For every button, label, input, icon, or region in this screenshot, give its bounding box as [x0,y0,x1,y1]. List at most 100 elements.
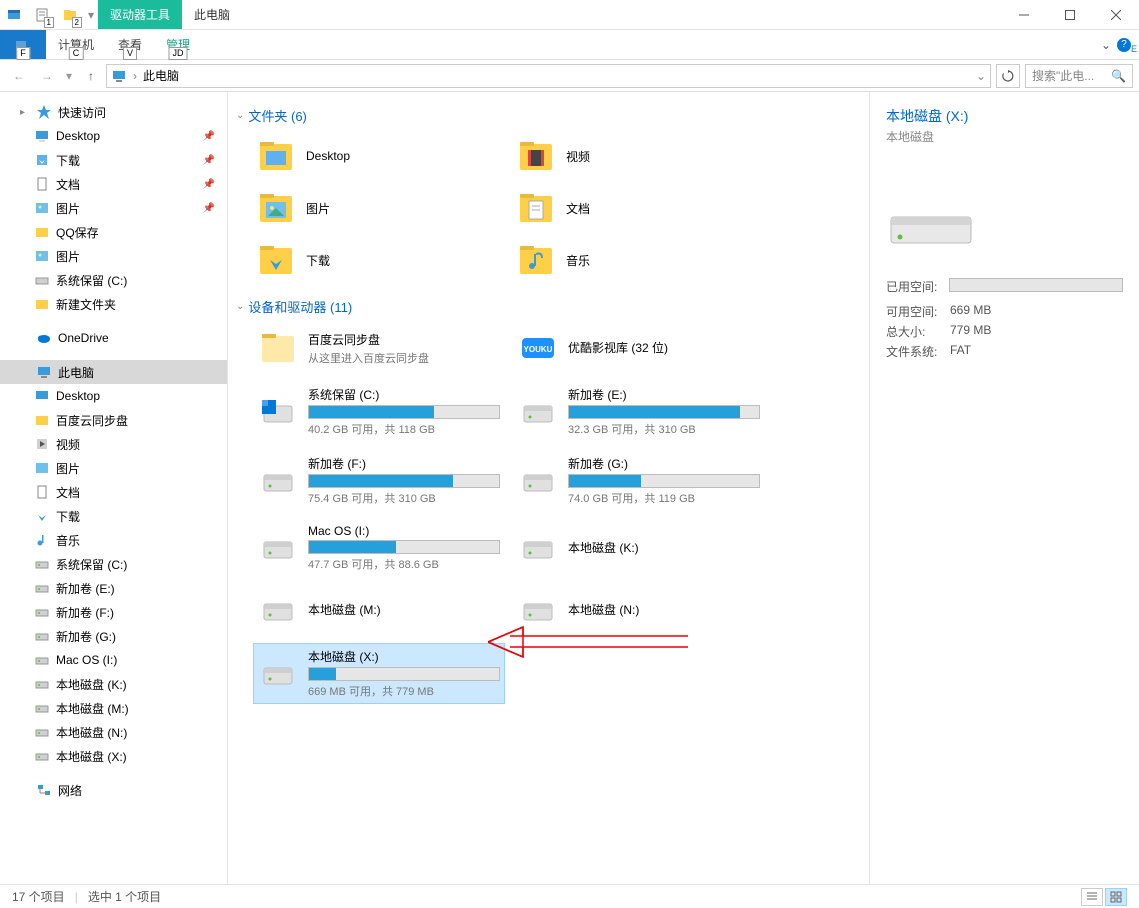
sidebar-quick-item[interactable]: 新建文件夹 [0,292,227,316]
sidebar-pc-item[interactable]: 文档 [0,480,227,504]
nav-recent-dropdown[interactable]: ▾ [62,63,76,89]
ribbon-file-tab[interactable]: F [0,30,46,59]
item-icon [34,152,50,168]
drives-section-header[interactable]: ⌄ 设备和驱动器 (11) [236,297,861,316]
folder-item[interactable]: Desktop [254,133,504,179]
sidebar-pc-item[interactable]: 新加卷 (E:) [0,576,227,600]
drive-large-icon [886,199,976,249]
ribbon-tab-computer[interactable]: 计算机 C [46,30,106,59]
drive-icon [518,392,558,432]
close-button[interactable] [1093,0,1139,30]
contextual-tab-drive-tools[interactable]: 驱动器工具 [98,0,182,29]
drive-item[interactable]: 新加卷 (F:)75.4 GB 可用，共 310 GB [254,451,504,510]
sidebar-pc-item[interactable]: Mac OS (I:) [0,648,227,672]
sidebar-network[interactable]: 网络 [0,778,227,802]
item-icon [34,436,50,452]
item-icon [34,556,50,572]
drive-usage-bar [568,405,760,419]
folder-item[interactable]: 音乐 [514,237,764,283]
sidebar-pc-item[interactable]: 百度云同步盘 [0,408,227,432]
ribbon-tab-manage[interactable]: 管理 JD [154,30,202,59]
sidebar-pc-item[interactable]: 本地磁盘 (K:) [0,672,227,696]
sidebar-pc-item[interactable]: 下载 [0,504,227,528]
key-tip-c: C [69,47,84,60]
item-icon [34,484,50,500]
item-icon [34,176,50,192]
status-item-count: 17 个项目 [12,888,65,905]
special-item[interactable]: 百度云同步盘从这里进入百度云同步盘 [254,324,504,372]
help-icon[interactable]: ? [1117,38,1131,52]
maximize-button[interactable] [1047,0,1093,30]
sidebar-onedrive[interactable]: OneDrive [0,326,227,350]
special-icon: YOUKU [518,328,558,368]
nav-up-button[interactable]: ↑ [78,63,104,89]
sidebar-pc-item[interactable]: 本地磁盘 (X:) [0,744,227,768]
item-icon [34,272,50,288]
sidebar-pc-item[interactable]: 系统保留 (C:) [0,552,227,576]
minimize-button[interactable] [1001,0,1047,30]
drive-item[interactable]: 本地磁盘 (X:)669 MB 可用，共 779 MB [254,644,504,703]
sidebar-this-pc[interactable]: 此电脑 [0,360,227,384]
sidebar-pc-item[interactable]: 新加卷 (F:) [0,600,227,624]
special-item[interactable]: YOUKU优酷影视库 (32 位) [514,324,764,372]
qat-properties-icon[interactable]: 1 [28,0,56,30]
nav-back-button[interactable]: ← [6,63,32,89]
sidebar-pc-item[interactable]: 视频 [0,432,227,456]
sidebar-pc-item[interactable]: Desktop [0,384,227,408]
nav-forward-button[interactable]: → [34,63,60,89]
drive-usage-bar [308,540,500,554]
pin-icon: 📌 [203,203,215,214]
ribbon-expand-icon[interactable]: ⌄ [1101,38,1111,52]
sidebar-pc-item[interactable]: 本地磁盘 (M:) [0,696,227,720]
qat-new-folder-icon[interactable]: 2 [56,0,84,30]
sidebar-pc-item[interactable]: 本地磁盘 (N:) [0,720,227,744]
address-location: 此电脑 [143,67,179,84]
folder-item[interactable]: 图片 [254,185,504,231]
qat-dropdown-icon[interactable]: ▾ [84,0,98,30]
address-input[interactable]: › 此电脑 ⌄ [106,64,991,88]
sidebar-quick-item[interactable]: Desktop📌 [0,124,227,148]
window-title: 此电脑 [182,0,242,29]
statusbar: 17 个项目 | 选中 1 个项目 [0,884,1139,908]
sidebar-quick-access[interactable]: ▸ 快速访问 [0,100,227,124]
item-icon [34,628,50,644]
this-pc-icon [111,68,127,84]
folder-item[interactable]: 文档 [514,185,764,231]
sidebar-quick-item[interactable]: 文档📌 [0,172,227,196]
drive-item[interactable]: 本地磁盘 (K:) [514,520,764,576]
view-tiles-button[interactable] [1105,888,1127,906]
drive-icon [518,461,558,501]
pin-icon: 📌 [203,155,215,166]
folders-section-header[interactable]: ⌄ 文件夹 (6) [236,106,861,125]
refresh-button[interactable] [996,64,1020,88]
drive-item[interactable]: 本地磁盘 (M:) [254,586,504,634]
sidebar-quick-item[interactable]: QQ保存 [0,220,227,244]
folder-item[interactable]: 视频 [514,133,764,179]
drive-usage-bar [308,667,500,681]
sidebar-pc-item[interactable]: 图片 [0,456,227,480]
item-icon [34,748,50,764]
drive-item[interactable]: 新加卷 (E:)32.3 GB 可用，共 310 GB [514,382,764,441]
app-icon[interactable] [0,0,28,30]
drive-item[interactable]: 本地磁盘 (N:) [514,586,764,634]
sidebar-pc-item[interactable]: 音乐 [0,528,227,552]
sidebar-quick-item[interactable]: 图片📌 [0,196,227,220]
details-subtitle: 本地磁盘 [886,128,1123,145]
folder-item[interactable]: 下载 [254,237,504,283]
sidebar-pc-item[interactable]: 新加卷 (G:) [0,624,227,648]
search-input[interactable]: 搜索"此电... 🔍 [1025,64,1133,88]
ribbon-tab-view[interactable]: 查看 V [106,30,154,59]
address-dropdown-icon[interactable]: ⌄ [976,69,986,83]
pc-icon [36,364,52,380]
drive-item[interactable]: 系统保留 (C:)40.2 GB 可用，共 118 GB [254,382,504,441]
drive-item[interactable]: 新加卷 (G:)74.0 GB 可用，共 119 GB [514,451,764,510]
expand-icon[interactable]: ▸ [20,107,30,118]
drive-icon [258,590,298,630]
drive-item[interactable]: Mac OS (I:)47.7 GB 可用，共 88.6 GB [254,520,504,576]
view-details-button[interactable] [1081,888,1103,906]
details-used-label: 已用空间: [886,278,939,300]
sidebar-quick-item[interactable]: 系统保留 (C:) [0,268,227,292]
folder-icon [256,188,296,228]
sidebar-quick-item[interactable]: 图片 [0,244,227,268]
sidebar-quick-item[interactable]: 下载📌 [0,148,227,172]
